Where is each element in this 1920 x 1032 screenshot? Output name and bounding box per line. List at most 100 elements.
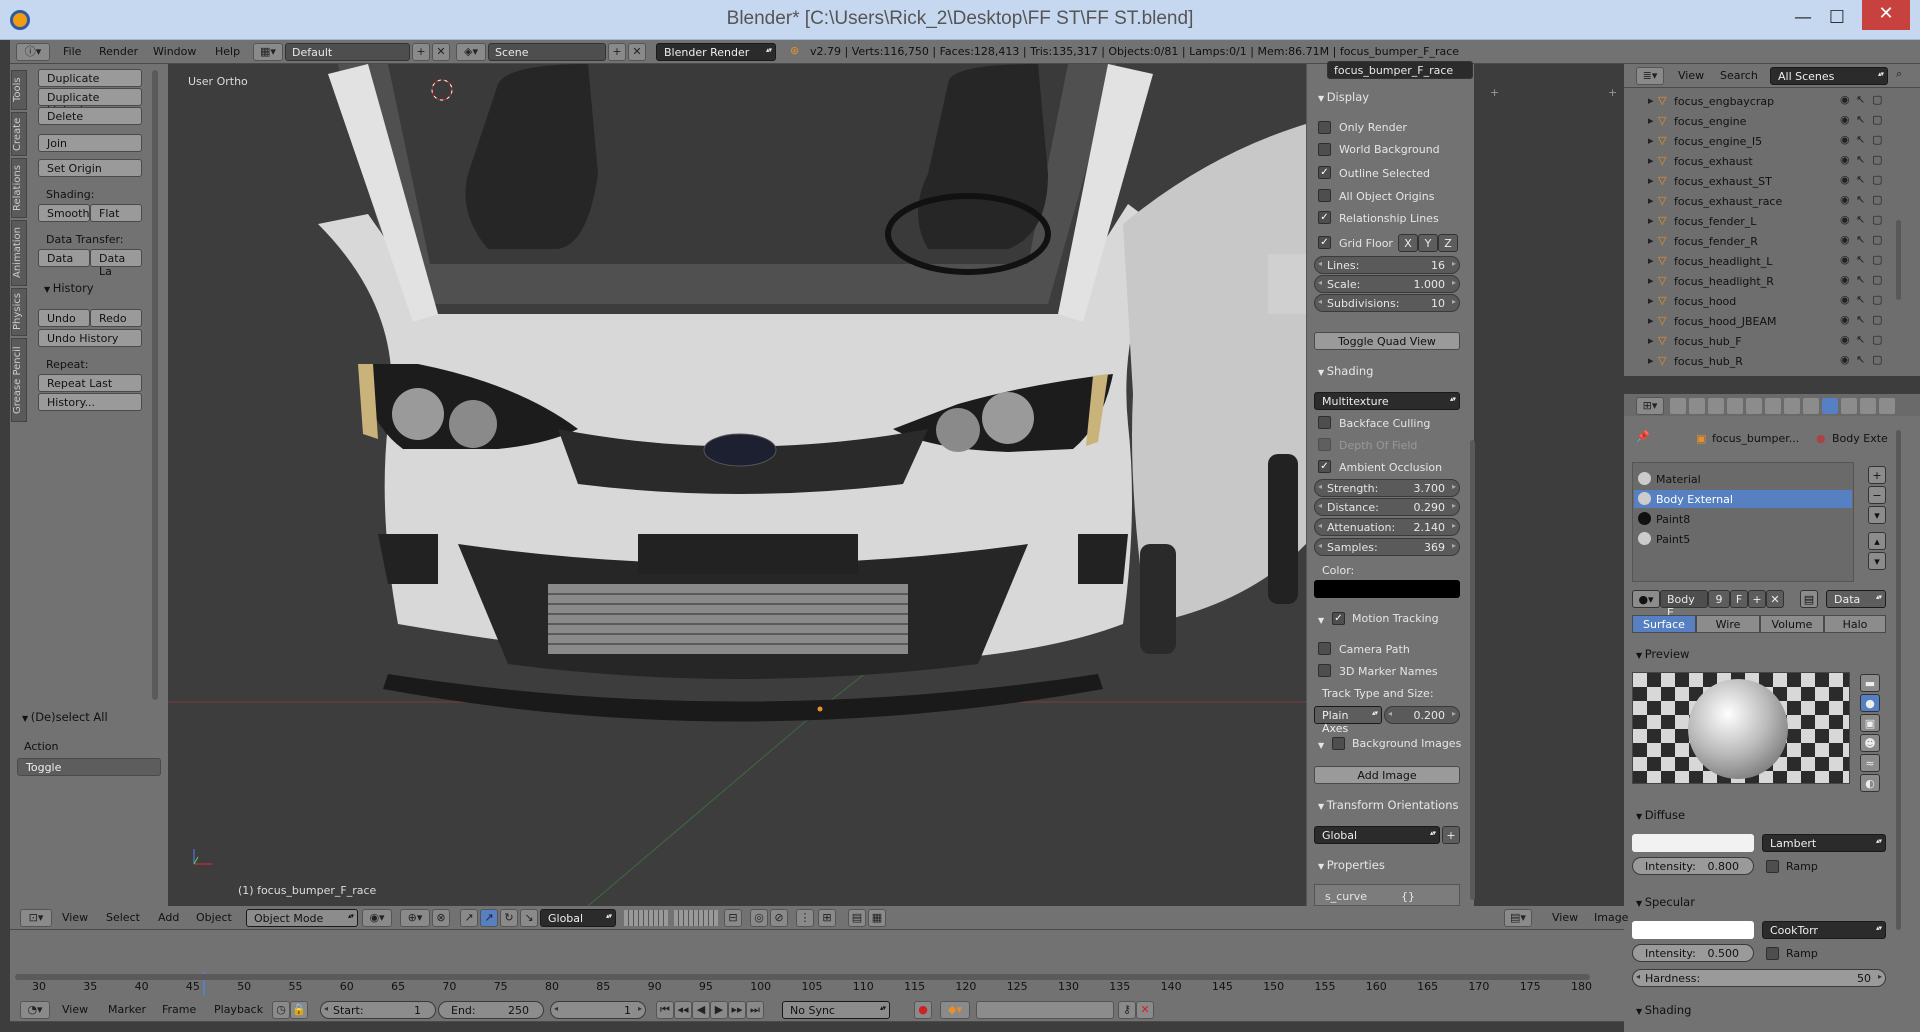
select-arrow-icon[interactable]: ↖ xyxy=(1856,213,1865,226)
only-render-checkbox[interactable] xyxy=(1318,121,1331,134)
transform-orientations-section[interactable]: Transform Orientations xyxy=(1318,798,1459,812)
jump-end-icon[interactable]: ⏭ xyxy=(746,1001,764,1019)
timeline-menu-playback[interactable]: Playback xyxy=(214,1003,263,1016)
specular-shader-select[interactable]: CookTorr xyxy=(1762,921,1886,939)
visibility-eye-icon[interactable]: ◉ xyxy=(1840,333,1850,346)
outliner-row[interactable]: ▸ ▽ focus_engine_I5 ◉ ↖ ▢ xyxy=(1630,132,1890,151)
add-layout-button[interactable]: + xyxy=(412,43,430,61)
plus-icon-right[interactable]: + xyxy=(1608,86,1617,99)
layout-icon[interactable]: ▦▾ xyxy=(253,43,283,61)
add-orientation-button[interactable]: + xyxy=(1442,826,1460,844)
redo-button[interactable]: Redo xyxy=(90,309,142,327)
expand-icon[interactable]: ▸ xyxy=(1648,214,1654,227)
image-menu-view[interactable]: View xyxy=(1552,911,1578,924)
select-arrow-icon[interactable]: ↖ xyxy=(1856,93,1865,106)
unlink-material-button[interactable]: ✕ xyxy=(1766,590,1784,608)
hardness-field[interactable]: ◂ Hardness: 50 ▸ xyxy=(1632,969,1886,987)
viewport-shading-icon[interactable]: ◉▾ xyxy=(362,909,392,927)
play-reverse-icon[interactable]: ◀ xyxy=(692,1001,710,1019)
visibility-eye-icon[interactable]: ◉ xyxy=(1840,193,1850,206)
outliner-item-name[interactable]: focus_headlight_L xyxy=(1674,255,1772,268)
outliner-item-name[interactable]: focus_exhaust_ST xyxy=(1674,175,1772,188)
render-camera-icon[interactable]: ▢ xyxy=(1872,193,1882,206)
image-menu-image[interactable]: Image xyxy=(1594,911,1628,924)
view3d-menu-view[interactable]: View xyxy=(62,911,88,924)
scene-field[interactable]: Scene xyxy=(488,43,606,61)
3d-viewport[interactable]: User Ortho (1) focus_bumper_F_race xyxy=(168,64,1306,906)
grid-z-toggle[interactable]: Z xyxy=(1438,234,1458,252)
fake-user-button[interactable]: F xyxy=(1730,590,1748,608)
object-tab-icon[interactable] xyxy=(1746,398,1762,414)
material-slot[interactable]: Paint8 xyxy=(1634,510,1852,528)
outliner-row[interactable]: ▸ ▽ focus_exhaust_ST ◉ ↖ ▢ xyxy=(1630,172,1890,191)
expand-icon[interactable]: ▸ xyxy=(1648,154,1654,167)
render-camera-icon[interactable]: ▢ xyxy=(1872,93,1882,106)
render-camera-icon[interactable]: ▢ xyxy=(1872,333,1882,346)
delete-button[interactable]: Delete xyxy=(38,107,142,125)
remove-layout-button[interactable]: ✕ xyxy=(432,43,450,61)
constraints-tab-icon[interactable] xyxy=(1765,398,1781,414)
end-frame-field[interactable]: End: 250 xyxy=(438,1001,544,1019)
outliner-item-name[interactable]: focus_hood_JBEAM xyxy=(1674,315,1777,328)
jump-keyframe-back-icon[interactable]: ◂◂ xyxy=(674,1001,692,1019)
history-button[interactable]: History... xyxy=(38,393,142,411)
outliner-row[interactable]: ▸ ▽ focus_engbaycrap ◉ ↖ ▢ xyxy=(1630,92,1890,111)
timeline-scrollbar[interactable] xyxy=(15,974,1590,980)
editor-type-button[interactable]: ⓘ▾ xyxy=(16,43,50,61)
visibility-eye-icon[interactable]: ◉ xyxy=(1840,173,1850,186)
tab-volume[interactable]: Volume xyxy=(1760,615,1824,633)
jump-start-icon[interactable]: ⏮ xyxy=(656,1001,674,1019)
outliner-row[interactable]: ▸ ▽ focus_hood ◉ ↖ ▢ xyxy=(1630,292,1890,311)
backface-checkbox[interactable] xyxy=(1318,416,1331,429)
lock-icon[interactable]: 🔒 xyxy=(290,1001,308,1019)
outliner-row[interactable]: ▸ ▽ focus_exhaust_race ◉ ↖ ▢ xyxy=(1630,192,1890,211)
expand-icon[interactable]: ▸ xyxy=(1648,334,1654,347)
opengl-render-icon[interactable]: ▤ xyxy=(848,909,866,927)
data-layout-button[interactable]: Data La xyxy=(90,249,142,278)
preview-sky-icon[interactable]: ◐ xyxy=(1860,774,1880,792)
mode-select[interactable]: Object Mode xyxy=(246,909,358,927)
outliner-row[interactable]: ▸ ▽ focus_exhaust ◉ ↖ ▢ xyxy=(1630,152,1890,171)
move-icon[interactable]: ↗ xyxy=(480,909,498,927)
world-background-checkbox[interactable] xyxy=(1318,143,1331,156)
add-scene-button[interactable]: + xyxy=(608,43,626,61)
image-editor-type[interactable]: ▤▾ xyxy=(1504,909,1532,927)
view3d-menu-object[interactable]: Object xyxy=(196,911,232,924)
move-slot-up-button[interactable]: ▴ xyxy=(1868,532,1886,550)
outliner-item-name[interactable]: focus_engbaycrap xyxy=(1674,95,1774,108)
specular-section[interactable]: Specular xyxy=(1636,895,1695,909)
render-camera-icon[interactable]: ▢ xyxy=(1872,353,1882,366)
camera-path-checkbox[interactable] xyxy=(1318,642,1331,655)
subdivisions-field[interactable]: ◂ Subdivisions: 10 ▸ xyxy=(1314,294,1460,312)
preview-section[interactable]: Preview xyxy=(1636,647,1690,661)
image-editor[interactable]: + + xyxy=(1478,64,1622,906)
bg-images-section[interactable] xyxy=(1318,737,1324,751)
render-camera-icon[interactable]: ▢ xyxy=(1872,133,1882,146)
outliner-item-name[interactable]: focus_headlight_R xyxy=(1674,275,1774,288)
lines-field[interactable]: ◂ Lines: 16 ▸ xyxy=(1314,256,1460,274)
keying-set-field[interactable] xyxy=(976,1001,1114,1019)
outliner-editor-type[interactable]: ≣▾ xyxy=(1636,67,1664,85)
breadcrumb-object[interactable]: focus_bumper... xyxy=(1712,432,1799,445)
history-section[interactable]: History xyxy=(44,281,94,295)
select-arrow-icon[interactable]: ↖ xyxy=(1856,253,1865,266)
expand-icon[interactable]: ▸ xyxy=(1648,174,1654,187)
render-camera-icon[interactable]: ▢ xyxy=(1872,173,1882,186)
preview-hair-icon[interactable]: ≈ xyxy=(1860,754,1880,772)
record-icon[interactable]: ● xyxy=(914,1001,932,1019)
join-button[interactable]: Join xyxy=(38,134,142,152)
snap-icon[interactable]: ⊘ xyxy=(770,909,788,927)
keying-set-icon[interactable]: ◆▾ xyxy=(940,1001,970,1019)
visibility-eye-icon[interactable]: ◉ xyxy=(1840,353,1850,366)
material-shading-section[interactable]: Shading xyxy=(1636,1003,1692,1017)
ao-color-swatch[interactable] xyxy=(1314,580,1460,598)
visibility-eye-icon[interactable]: ◉ xyxy=(1840,93,1850,106)
scale-field[interactable]: ◂ Scale: 1.000 ▸ xyxy=(1314,275,1460,293)
delete-keyframe-icon[interactable]: ✕ xyxy=(1136,1001,1154,1019)
operator-panel-title[interactable]: (De)select All xyxy=(22,710,108,724)
specular-ramp-checkbox[interactable] xyxy=(1766,947,1779,960)
timeline-menu-frame[interactable]: Frame xyxy=(162,1003,196,1016)
scene-icon[interactable]: ◈▾ xyxy=(456,43,486,61)
tab-halo[interactable]: Halo xyxy=(1824,615,1886,633)
object-name-field[interactable]: focus_bumper_F_race xyxy=(1327,61,1473,79)
